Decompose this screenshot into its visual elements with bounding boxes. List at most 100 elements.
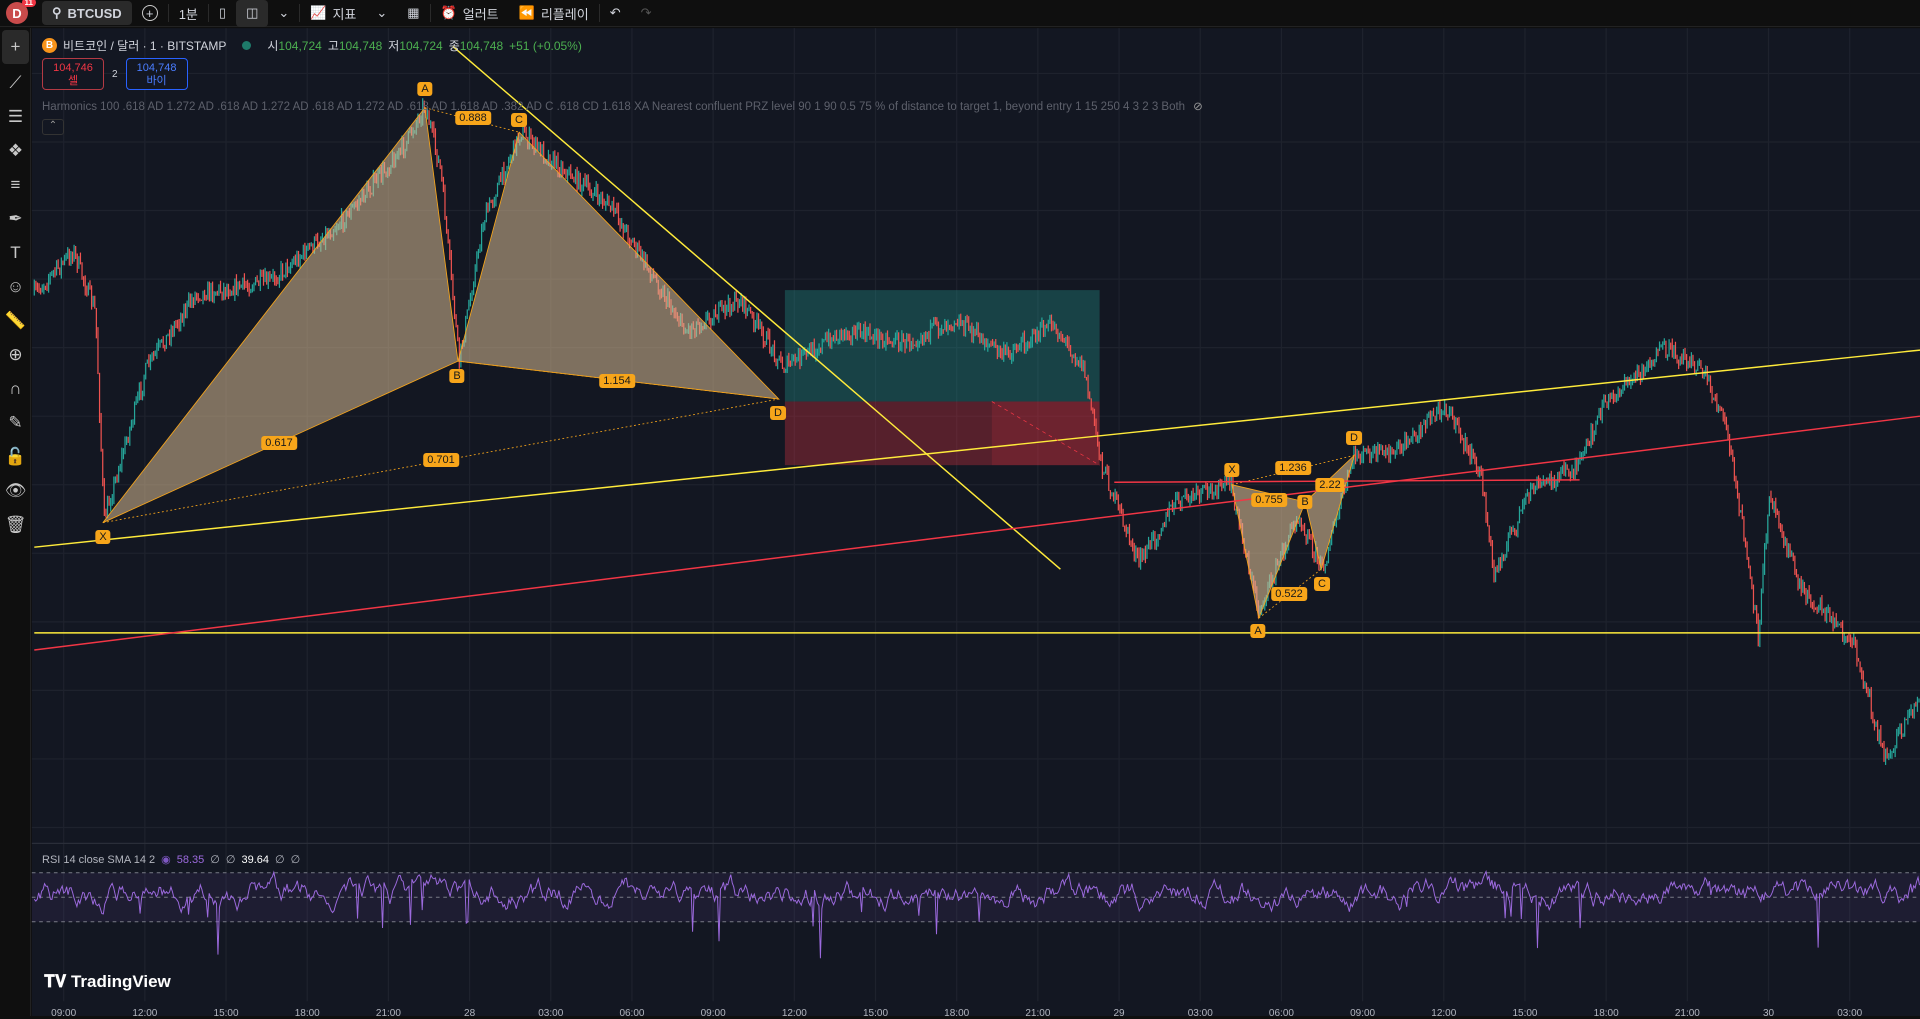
top-toolbar: D 11 ⚲ BTCUSD + 1분 ▯ ◫ ⌄ 📈 지표 ⌄ ▦ ⏰ 얼러트 ⏪ 리플레… — [0, 0, 1920, 27]
eye-icon: 👁 — [4, 481, 27, 500]
search-icon: ⚲ — [52, 5, 62, 20]
unlock-icon: 🔓 — [4, 447, 27, 466]
rsi-settings-icon[interactable]: ◉ — [161, 853, 171, 866]
zoom-tool[interactable]: ⊕ — [0, 338, 31, 372]
magnet-icon: ∩ — [9, 379, 22, 398]
pattern1-ratio-xad: 0.701 — [423, 453, 459, 467]
harmonics-indicator-legend[interactable]: Harmonics 100 .618 AD 1.272 AD .618 AD 1… — [42, 99, 1203, 113]
alarm-clock-icon: ⏰ — [440, 5, 457, 20]
user-avatar[interactable]: D 11 — [6, 0, 36, 24]
indicators-button[interactable]: 📈 지표 — [300, 0, 366, 27]
open-value: 104,724 — [278, 39, 322, 53]
time-tick-label: 03:00 — [538, 1008, 564, 1019]
time-tick-label: 29 — [1113, 1008, 1125, 1019]
time-tick-label: 12:00 — [132, 1008, 158, 1019]
emoji-tool[interactable]: ☺ — [0, 270, 31, 304]
indicators-dropdown[interactable]: ⌄ — [366, 0, 397, 27]
compare-add-button[interactable]: + — [132, 0, 168, 27]
zoom-in-icon: ⊕ — [8, 345, 23, 364]
time-tick-label: 21:00 — [375, 1008, 401, 1019]
pattern1-ratio-xab: 0.617 — [261, 436, 297, 450]
time-tick-label: 15:00 — [863, 1008, 889, 1019]
collapse-legend-button[interactable]: ⌃ — [42, 119, 64, 135]
rsi-value: 58.35 — [176, 853, 205, 866]
measure-tool[interactable]: 📏 — [0, 304, 31, 338]
hide-drawings-tool[interactable]: 👁 — [0, 474, 31, 508]
time-tick-label: 21:00 — [1025, 1008, 1051, 1019]
alert-button[interactable]: ⏰ 얼러트 — [431, 0, 509, 27]
pattern1-ratio-bcd: 1.154 — [599, 374, 635, 388]
pattern-tool[interactable]: ❖ — [0, 134, 31, 168]
notification-badge: 11 — [21, 0, 36, 7]
high-value: 104,748 — [338, 39, 383, 53]
candles-icon: ◫ — [246, 5, 259, 20]
time-tick-label: 06:00 — [619, 1008, 645, 1019]
pattern2-point-c: C — [1314, 577, 1330, 591]
trendline-tool[interactable]: ⟋ — [0, 66, 31, 100]
rsi-legend[interactable]: RSI 14 close SMA 14 2 ◉ 58.35 ∅ ∅ 39.64 ∅… — [42, 853, 300, 867]
grid-icon: ▦ — [407, 5, 420, 20]
pattern1-point-b: B — [449, 369, 465, 383]
interval-button[interactable]: 1분 — [169, 0, 208, 27]
pattern1-ratio-abc: 0.888 — [455, 111, 491, 125]
pencil-lock-icon: ✎ — [8, 413, 23, 432]
horizontal-lines-icon: ☰ — [7, 107, 24, 126]
pattern2-point-a: A — [1250, 624, 1266, 638]
lock-all-tool[interactable]: 🔓 — [0, 440, 31, 474]
time-tick-label: 18:00 — [944, 1008, 970, 1019]
time-tick-label: 09:00 — [700, 1008, 726, 1019]
time-tick-label: 30 — [1762, 1008, 1775, 1019]
time-tick-label: 09:00 — [1350, 1008, 1376, 1019]
buy-button[interactable]: 104,748 바이 — [125, 58, 188, 90]
chart-type-dropdown[interactable]: ⌄ — [268, 0, 299, 27]
forecast-tool[interactable]: ≡ — [0, 168, 31, 202]
symbol-title[interactable]: 비트코인 / 달러 · 1 · BITSTAMP — [63, 37, 226, 54]
candle-style-button[interactable]: ◫ — [236, 0, 269, 27]
low-value: 104,724 — [399, 39, 443, 53]
market-status-dot — [242, 41, 252, 50]
time-tick-label: 12:00 — [781, 1008, 807, 1019]
redo-button[interactable]: ↷ — [631, 0, 662, 27]
drawing-toolbar: + ⟋ ☰ ❖ ≡ ✒ T ☺ 📏 ⊕ ∩ ✎ 🔓 👁 🗑 — [0, 28, 31, 1016]
fib-tool[interactable]: ☰ — [0, 100, 31, 134]
sell-button[interactable]: 104,746 셀 — [42, 58, 104, 90]
tradingview-logo[interactable]: 𝐓𝐕 TradingView — [44, 972, 171, 992]
pattern1-point-c: C — [511, 113, 527, 127]
symbol-legend: B 비트코인 / 달러 · 1 · BITSTAMP 시104,724 고104… — [42, 37, 582, 54]
pattern2-ratio-bcd: 2.22 — [1315, 478, 1345, 492]
pattern1-point-a: A — [417, 82, 433, 96]
time-tick-label: 03:00 — [1187, 1008, 1213, 1019]
delete-drawings-tool[interactable]: 🗑 — [0, 508, 31, 542]
pattern2-point-x: X — [1224, 463, 1240, 477]
chevron-down-icon: ⌄ — [376, 5, 388, 20]
pattern2-ratio-xad: 1.236 — [1275, 461, 1311, 475]
time-tick-label: 21:00 — [1674, 1008, 1700, 1019]
text-icon: T — [10, 243, 21, 262]
time-tick-label: 15:00 — [1512, 1008, 1538, 1019]
time-tick-label: 18:00 — [294, 1008, 320, 1019]
undo-button[interactable]: ↶ — [600, 0, 631, 27]
magnet-tool[interactable]: ∩ — [0, 372, 31, 406]
bitcoin-icon: B — [42, 38, 57, 53]
rsi-sma-value: 39.64 — [241, 853, 269, 866]
bar-style-button[interactable]: ▯ — [209, 0, 236, 27]
pattern2-point-d: D — [1346, 431, 1362, 445]
chevron-up-icon: ⌃ — [48, 120, 58, 131]
crosshair-tool[interactable]: + — [2, 30, 29, 64]
pattern1-point-x: X — [95, 530, 111, 544]
brush-tool[interactable]: ✒ — [0, 202, 31, 236]
text-tool[interactable]: T — [0, 236, 31, 270]
time-tick-label: 06:00 — [1268, 1008, 1294, 1019]
hidden-eye-icon[interactable]: ⊘ — [1193, 101, 1203, 113]
lock-drawing-tool[interactable]: ✎ — [0, 406, 31, 440]
time-tick-label: 12:00 — [1431, 1008, 1457, 1019]
forecast-icon: ≡ — [10, 175, 21, 194]
brush-icon: ✒ — [8, 209, 23, 228]
symbol-search-button[interactable]: ⚲ BTCUSD — [42, 1, 132, 25]
replay-button[interactable]: ⏪ 리플레이 — [509, 0, 599, 27]
pattern1-point-d: D — [770, 406, 786, 420]
crosshair-icon: + — [10, 37, 21, 56]
layouts-button[interactable]: ▦ — [397, 0, 429, 27]
close-value: 104,748 — [459, 39, 504, 53]
trade-buttons: 104,746 셀 2 104,748 바이 — [42, 58, 188, 90]
